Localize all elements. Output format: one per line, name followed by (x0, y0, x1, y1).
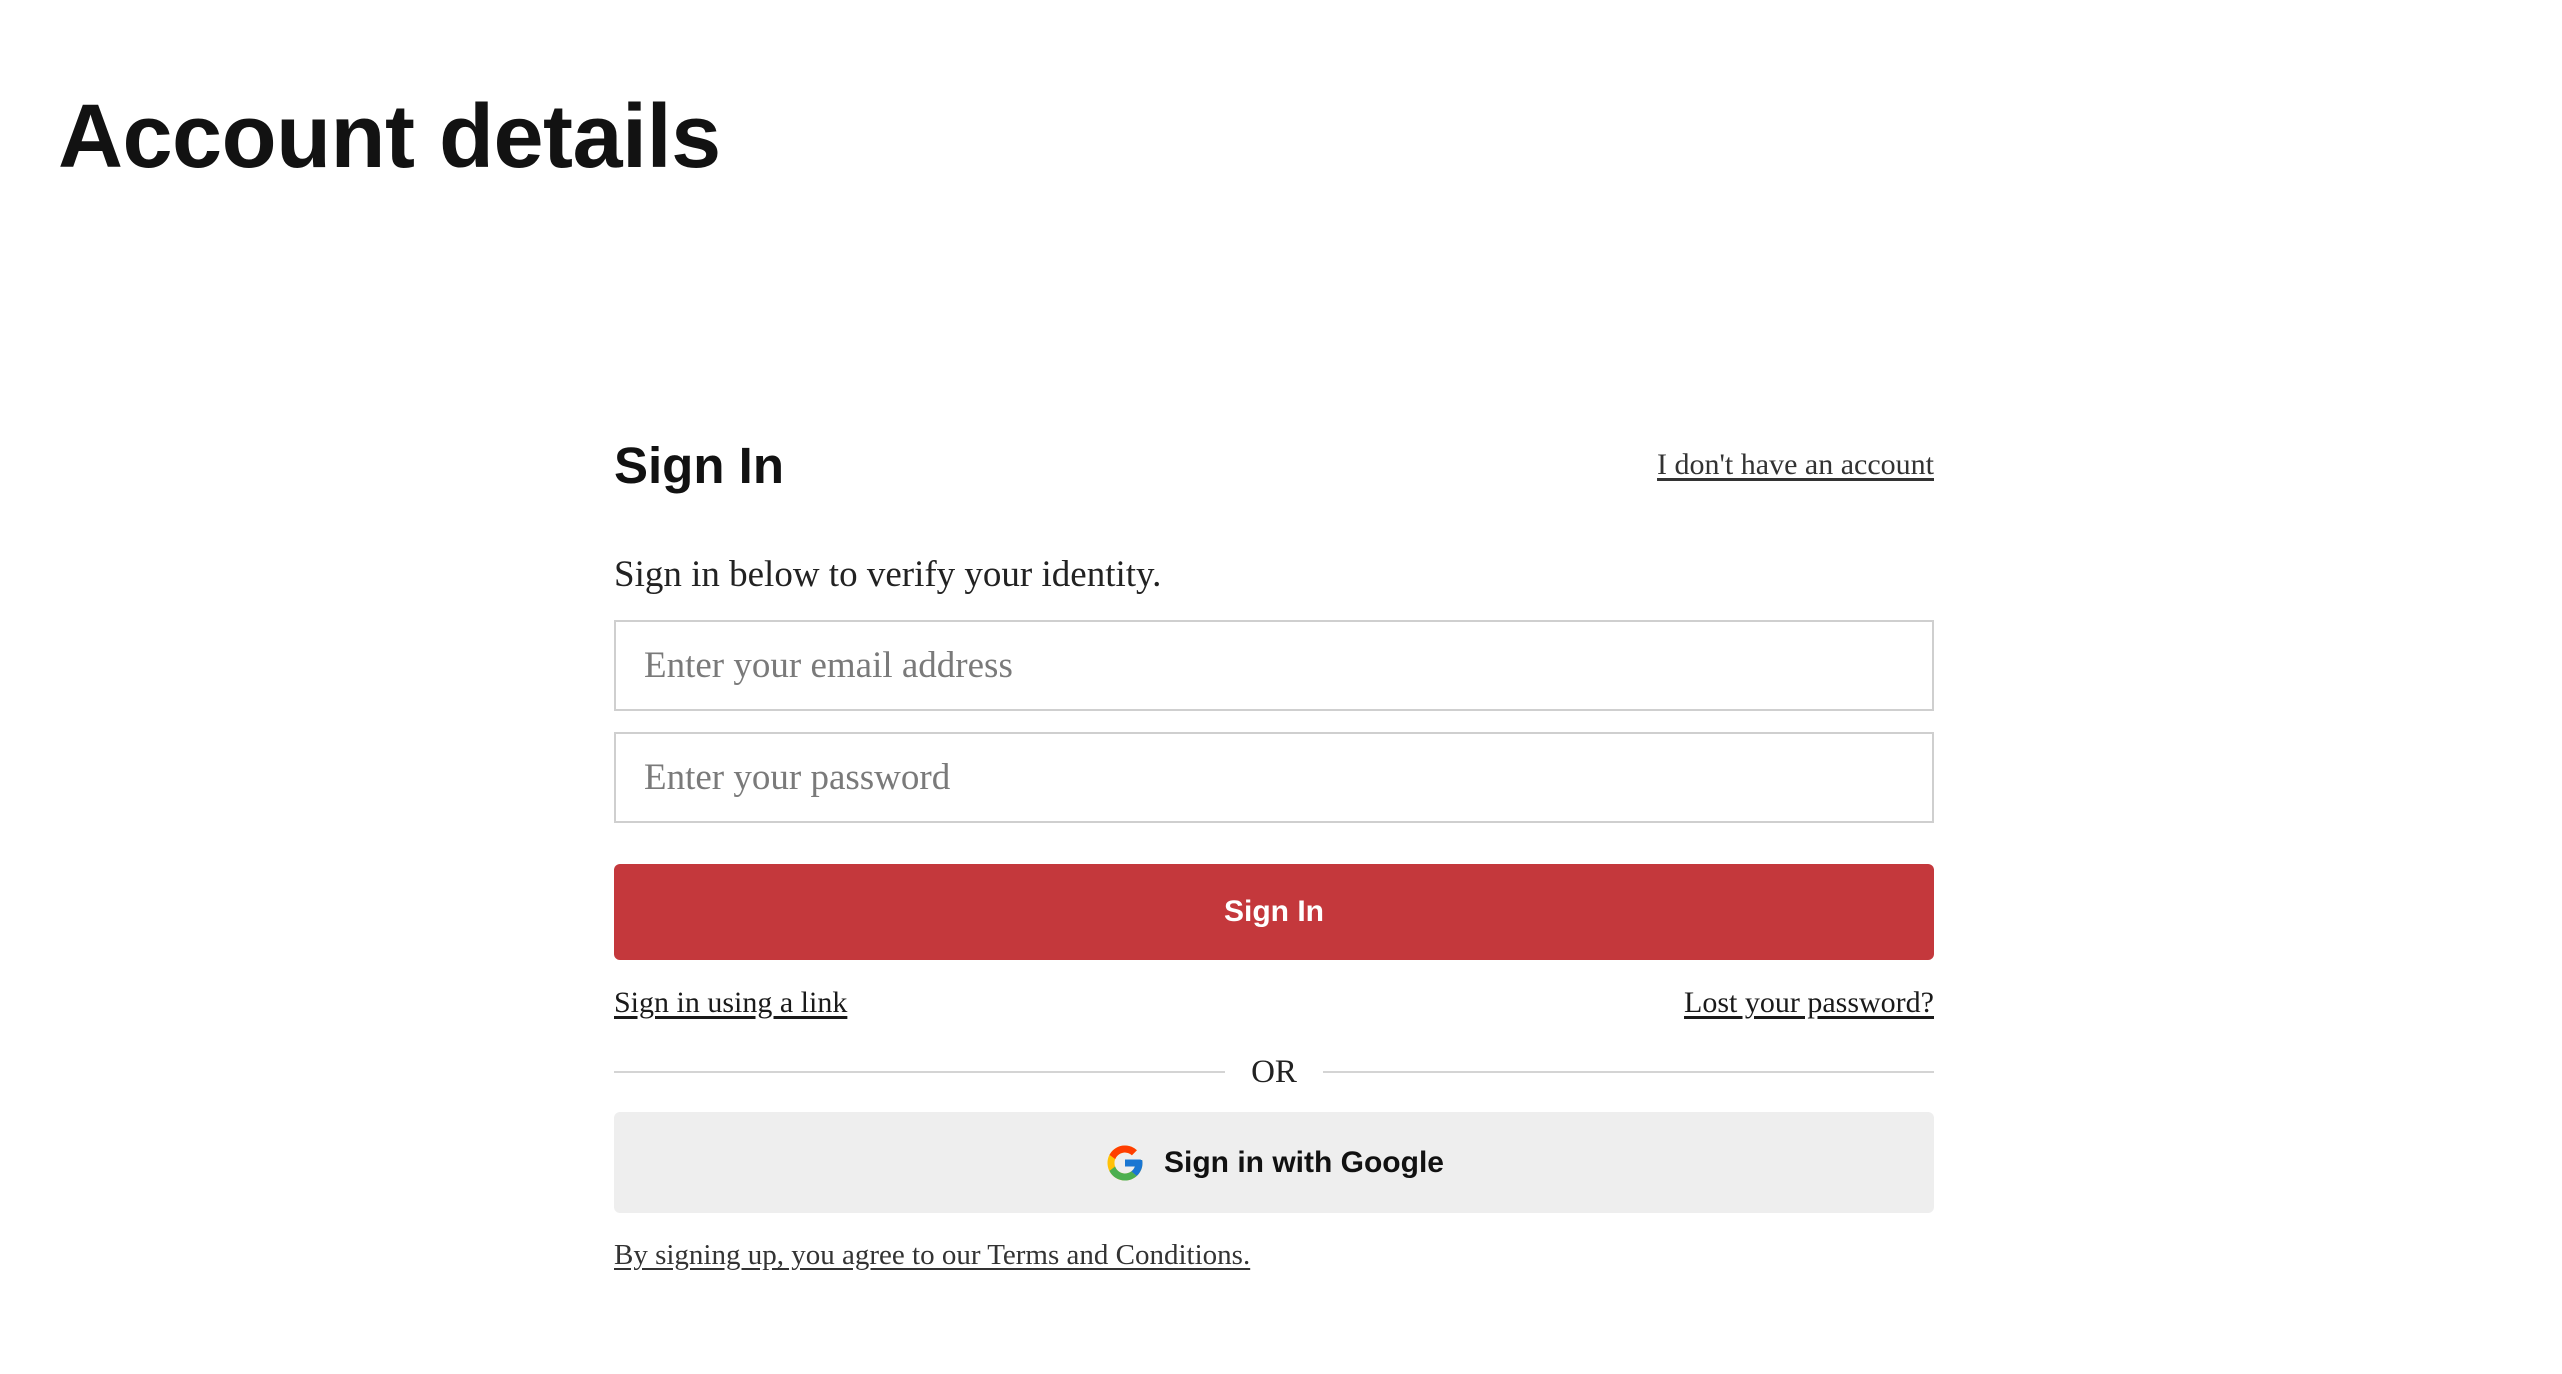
password-field[interactable] (614, 732, 1934, 823)
signin-card: Sign In I don't have an account Sign in … (614, 430, 1934, 1272)
lost-password-link[interactable]: Lost your password? (1684, 982, 1934, 1024)
signin-intro: Sign in below to verify your identity. (614, 554, 1162, 595)
divider-line-right (1322, 1071, 1934, 1073)
no-account-link[interactable]: I don't have an account (1657, 448, 1934, 482)
google-sign-in-label: Sign in with Google (1164, 1145, 1444, 1179)
sign-in-with-link-link[interactable]: Sign in using a link (614, 982, 847, 1024)
signin-title: Sign In (614, 436, 784, 494)
or-divider: OR (614, 1050, 1934, 1094)
page-title: Account details (58, 87, 721, 187)
email-field[interactable] (614, 620, 1934, 711)
aux-links: Sign in using a link Lost your password? (614, 982, 1934, 1024)
terms-notice: By signing up, you agree to our Terms an… (614, 1239, 1934, 1272)
sign-in-button[interactable]: Sign In (614, 864, 1934, 960)
divider-line-left (614, 1071, 1226, 1073)
divider-label: OR (1251, 1053, 1297, 1090)
google-sign-in-button[interactable]: Sign in with Google (614, 1112, 1934, 1213)
signin-header: Sign In I don't have an account (614, 430, 1934, 500)
google-g-icon (1104, 1142, 1146, 1184)
sign-in-button-label: Sign In (1224, 895, 1324, 928)
terms-link[interactable]: By signing up, you agree to our Terms an… (614, 1239, 1250, 1271)
